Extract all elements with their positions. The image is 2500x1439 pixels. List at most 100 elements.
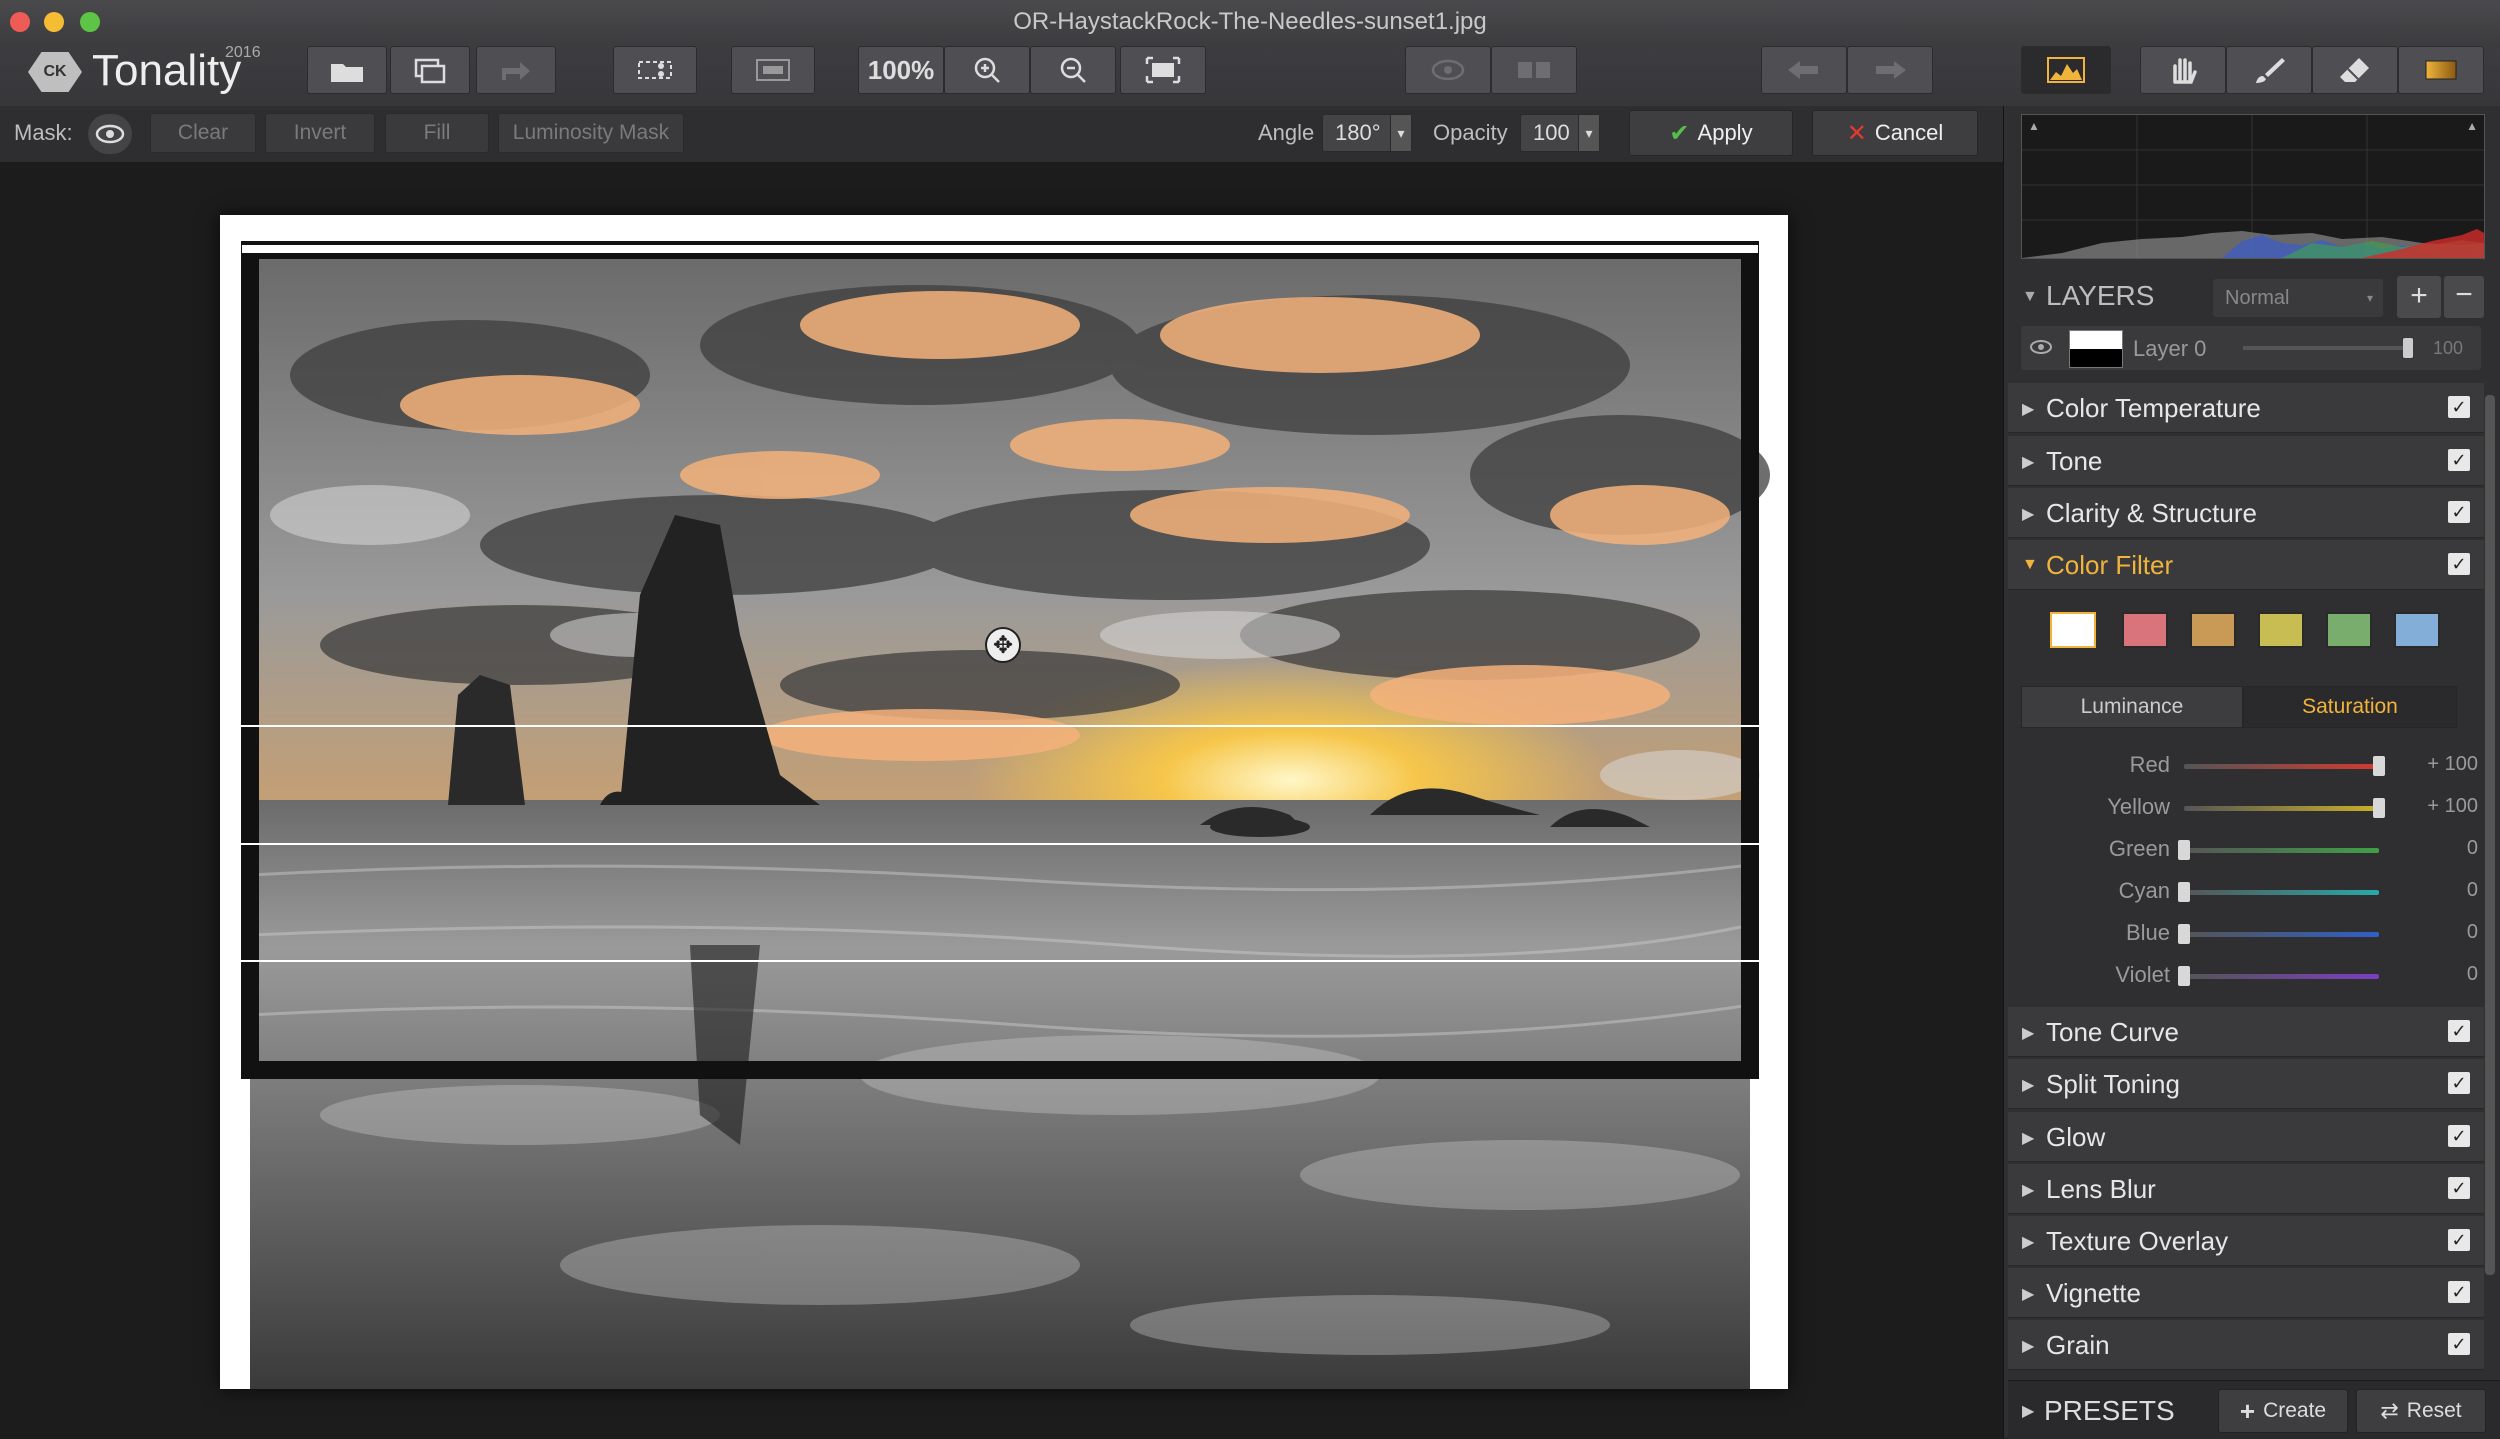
compare-icon [756, 59, 790, 81]
compare-button[interactable] [731, 46, 815, 94]
section-enable-checkbox[interactable]: ✓ [2448, 1177, 2470, 1199]
section-glow[interactable]: ▶ Glow ✓ [2008, 1112, 2484, 1162]
slider-track-green[interactable] [2184, 848, 2379, 853]
tab-luminance[interactable]: Luminance [2021, 686, 2243, 728]
swatch-red[interactable] [2122, 612, 2168, 648]
section-enable-checkbox[interactable]: ✓ [2448, 1020, 2470, 1042]
slider-track-blue[interactable] [2184, 932, 2379, 937]
mask-invert-button[interactable]: Invert [265, 113, 375, 153]
section-enable-checkbox[interactable]: ✓ [2448, 501, 2470, 523]
section-enable-checkbox[interactable]: ✓ [2448, 449, 2470, 471]
section-enable-checkbox[interactable]: ✓ [2448, 1125, 2470, 1147]
collapse-triangle-icon[interactable]: ▼ [2022, 288, 2038, 306]
slider-thumb-blue[interactable] [2178, 924, 2190, 944]
brush-tool-button[interactable] [2226, 46, 2312, 94]
create-preset-button[interactable]: + Create [2218, 1389, 2348, 1433]
section-enable-checkbox[interactable]: ✓ [2448, 1281, 2470, 1303]
angle-select[interactable]: 180° ▾ [1322, 114, 1412, 152]
layer-opacity-slider[interactable] [2243, 346, 2413, 350]
swatch-orange[interactable] [2190, 612, 2236, 648]
section-grain[interactable]: ▶ Grain ✓ [2008, 1320, 2484, 1370]
check-icon: ✔ [1669, 119, 1690, 147]
layer-row[interactable]: Layer 0 100 [2021, 326, 2481, 370]
remove-layer-button[interactable]: − [2444, 276, 2484, 318]
eraser-tool-button[interactable] [2312, 46, 2398, 94]
gradient-tool-button[interactable] [2398, 46, 2484, 94]
histogram-button[interactable] [2021, 46, 2111, 94]
slider-track-red[interactable] [2184, 764, 2379, 769]
reset-button[interactable]: ⇄ Reset [2356, 1389, 2486, 1433]
undo-icon [1788, 61, 1818, 79]
slider-thumb-red[interactable] [2373, 756, 2385, 776]
batch-button[interactable] [390, 46, 470, 94]
slider-track-cyan[interactable] [2184, 890, 2379, 895]
section-enable-checkbox[interactable]: ✓ [2448, 1072, 2470, 1094]
section-enable-checkbox[interactable]: ✓ [2448, 1229, 2470, 1251]
histogram-clip-shadow-icon[interactable]: ▲ [2028, 119, 2040, 133]
panel-scrollbar[interactable] [2485, 395, 2495, 1275]
section-tone[interactable]: ▶ Tone ✓ [2008, 436, 2484, 486]
move-gradient-handle-icon[interactable]: ✥ [985, 627, 1021, 663]
swatch-green[interactable] [2326, 612, 2372, 648]
luminosity-mask-button[interactable]: Luminosity Mask [498, 113, 684, 153]
slider-thumb-cyan[interactable] [2178, 882, 2190, 902]
layer-visibility-icon[interactable] [2029, 338, 2053, 356]
section-enable-checkbox[interactable]: ✓ [2448, 1333, 2470, 1355]
layer-opacity-thumb[interactable] [2403, 338, 2413, 358]
histogram-graph [2022, 115, 2484, 258]
tab-saturation[interactable]: Saturation [2243, 686, 2457, 728]
section-tone-curve[interactable]: ▶ Tone Curve ✓ [2008, 1007, 2484, 1057]
export-button[interactable] [476, 46, 556, 94]
redo-button[interactable] [1847, 46, 1933, 94]
swatch-blue[interactable] [2394, 612, 2440, 648]
reset-label: Reset [2406, 1399, 2462, 1422]
section-texture-overlay[interactable]: ▶ Texture Overlay ✓ [2008, 1216, 2484, 1266]
split-view-icon [1518, 62, 1550, 78]
fit-button[interactable] [1120, 46, 1206, 94]
slider-thumb-violet[interactable] [2178, 966, 2190, 986]
section-title: Tone [2046, 446, 2103, 476]
apply-button[interactable]: ✔ Apply [1629, 110, 1793, 156]
preview-button[interactable] [1405, 46, 1491, 94]
add-layer-button[interactable]: + [2397, 276, 2441, 318]
swatch-yellow[interactable] [2258, 612, 2304, 648]
zoom-out-button[interactable] [1030, 46, 1116, 94]
expand-triangle-icon[interactable]: ▶ [2022, 1401, 2034, 1421]
photo-canvas[interactable]: ✥ [220, 215, 1788, 1389]
section-clarity-structure[interactable]: ▶ Clarity & Structure ✓ [2008, 488, 2484, 538]
slider-track-yellow[interactable] [2184, 806, 2379, 811]
expand-triangle-icon: ▶ [2022, 506, 2035, 523]
mask-clear-button[interactable]: Clear [150, 113, 256, 153]
opacity-label: Opacity [1433, 120, 1508, 145]
section-lens-blur[interactable]: ▶ Lens Blur ✓ [2008, 1164, 2484, 1214]
undo-button[interactable] [1761, 46, 1847, 94]
swatch-white[interactable] [2050, 612, 2096, 648]
mask-fill-button[interactable]: Fill [385, 113, 489, 153]
open-button[interactable] [307, 46, 387, 94]
section-enable-checkbox[interactable]: ✓ [2448, 553, 2470, 575]
create-label: Create [2263, 1399, 2327, 1422]
section-enable-checkbox[interactable]: ✓ [2448, 396, 2470, 418]
slider-label-yellow: Yellow [2107, 794, 2170, 819]
slider-label-green: Green [2108, 836, 2170, 861]
slider-thumb-yellow[interactable] [2373, 798, 2385, 818]
slider-thumb-green[interactable] [2178, 840, 2190, 860]
section-color-temperature[interactable]: ▶ Color Temperature ✓ [2008, 383, 2484, 433]
blend-mode-select[interactable]: Normal ▾ [2213, 279, 2383, 317]
presets-title: PRESETS [2044, 1395, 2175, 1426]
zoom-in-button[interactable] [944, 46, 1030, 94]
slider-track-violet[interactable] [2184, 974, 2379, 979]
histogram-clip-highlight-icon[interactable]: ▲ [2466, 119, 2478, 133]
crop-button[interactable] [613, 46, 697, 94]
opacity-select[interactable]: 100 ▾ [1520, 114, 1600, 152]
presets-bar: ▶ PRESETS + Create ⇄ Reset [2008, 1380, 2500, 1439]
section-split-toning[interactable]: ▶ Split Toning ✓ [2008, 1059, 2484, 1109]
hand-tool-button[interactable] [2140, 46, 2226, 94]
cancel-button[interactable]: ✕ Cancel [1812, 110, 1978, 156]
section-color-filter[interactable]: ▼ Color Filter ✓ [2008, 540, 2484, 590]
split-view-button[interactable] [1491, 46, 1577, 94]
mask-visibility-button[interactable] [88, 114, 132, 154]
section-vignette[interactable]: ▶ Vignette ✓ [2008, 1268, 2484, 1318]
zoom-level-button[interactable]: 100% [858, 46, 944, 94]
expand-triangle-icon: ▶ [2022, 1025, 2035, 1042]
